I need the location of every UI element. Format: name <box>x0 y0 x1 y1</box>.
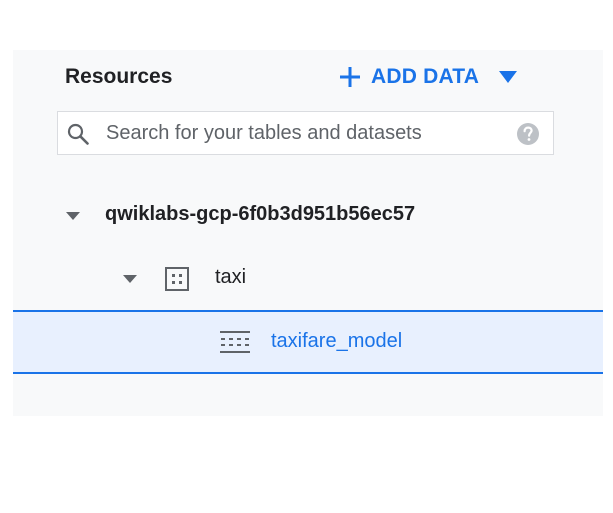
dataset-icon <box>165 267 189 291</box>
help-icon[interactable] <box>516 122 540 146</box>
search-input[interactable] <box>106 119 506 147</box>
resources-header: Resources ADD DATA <box>13 50 603 106</box>
tree-item-project[interactable]: qwiklabs-gcp-6f0b3d951b56ec57 <box>13 185 603 247</box>
expand-arrow-icon[interactable] <box>123 274 137 284</box>
add-data-button[interactable]: ADD DATA <box>339 62 518 92</box>
tree-item-model[interactable]: taxifare_model <box>13 310 603 374</box>
resources-panel: Resources ADD DATA qwiklabs-gcp-6 <box>13 50 603 416</box>
dataset-label: taxi <box>215 266 247 288</box>
tree-item-dataset[interactable]: taxi <box>13 248 603 310</box>
search-icon <box>67 123 89 145</box>
caret-down-icon[interactable] <box>499 70 518 84</box>
model-icon <box>220 331 250 353</box>
plus-icon <box>340 67 360 87</box>
project-label: qwiklabs-gcp-6f0b3d951b56ec57 <box>105 203 416 225</box>
expand-arrow-icon[interactable] <box>66 211 80 221</box>
search-box <box>57 111 554 155</box>
resources-title: Resources <box>65 65 173 88</box>
add-data-label: ADD DATA <box>371 65 480 88</box>
model-label: taxifare_model <box>271 330 403 352</box>
